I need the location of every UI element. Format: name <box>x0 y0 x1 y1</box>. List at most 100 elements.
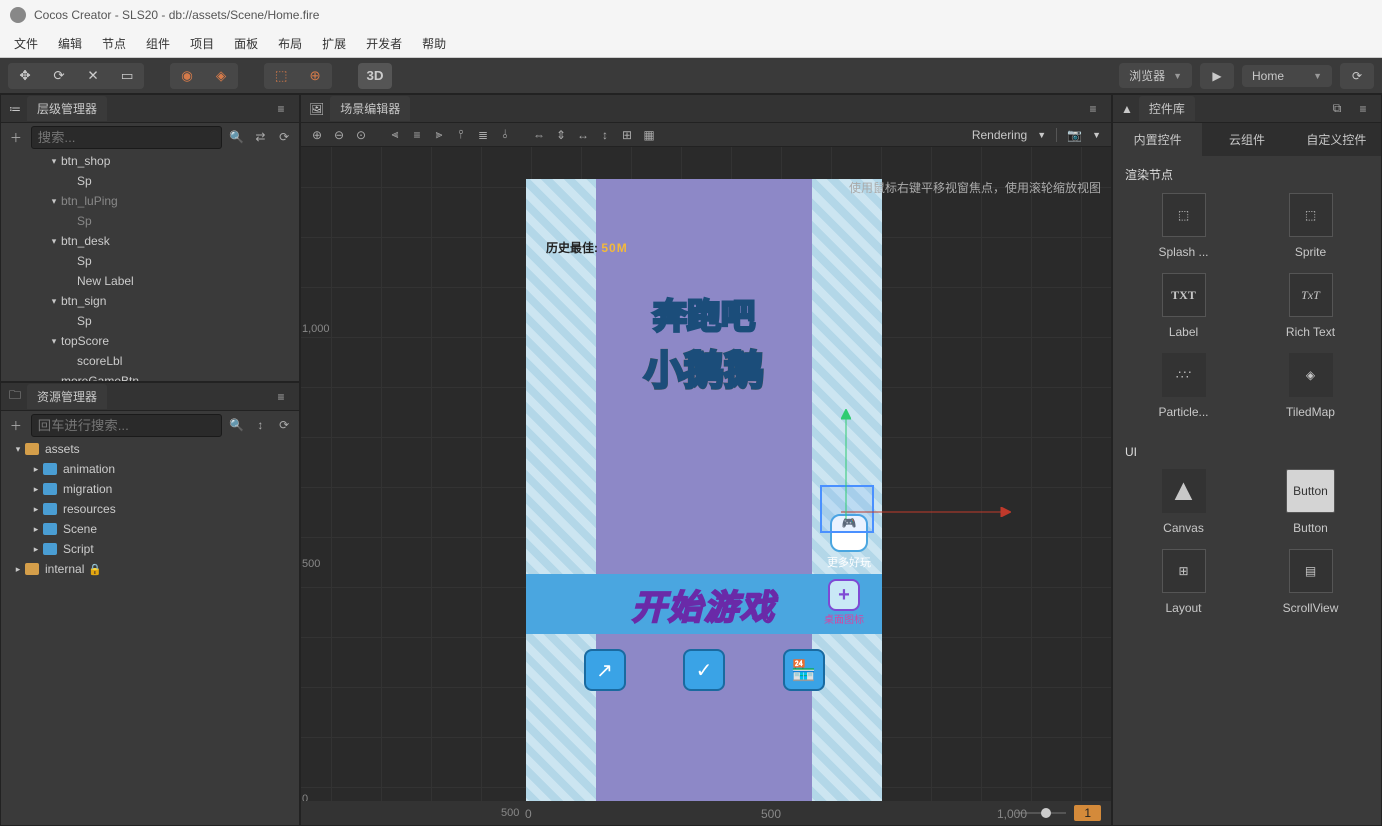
expand-arrow-icon[interactable]: ▸ <box>13 564 23 574</box>
expand-arrow-icon[interactable]: ▾ <box>49 336 59 346</box>
expand-arrow-icon[interactable] <box>65 176 75 186</box>
tool-anchor-center-icon[interactable]: ◉ <box>170 63 204 89</box>
tree-row[interactable]: ▾btn_desk <box>1 231 299 251</box>
expand-arrow-icon[interactable] <box>65 256 75 266</box>
play-button[interactable]: ▶ <box>1200 63 1234 89</box>
tool-anchor-local-icon[interactable]: ◈ <box>204 63 238 89</box>
menu-component[interactable]: 组件 <box>136 35 180 52</box>
control-tiledmap[interactable]: ◈TiledMap <box>1252 353 1369 419</box>
expand-arrow-icon[interactable] <box>65 356 75 366</box>
tool-move-icon[interactable]: ✥ <box>8 63 42 89</box>
panel-menu-icon[interactable]: ≡ <box>271 99 291 119</box>
desktop-shortcut-button[interactable]: + 桌面图标 <box>824 579 864 626</box>
gizmo-y-arrow-icon[interactable] <box>841 409 851 519</box>
tree-row[interactable]: Sp <box>1 311 299 331</box>
control-particle[interactable]: ∴∵Particle... <box>1125 353 1242 419</box>
tree-row[interactable]: moreGameBtn <box>1 371 299 381</box>
tree-row[interactable]: Sp <box>1 211 299 231</box>
menu-developer[interactable]: 开发者 <box>356 35 412 52</box>
assets-search-input[interactable] <box>31 414 222 437</box>
align-top-icon[interactable]: ⫯ <box>451 125 471 145</box>
refresh-icon[interactable]: ⟳ <box>275 127 293 147</box>
dist-grid-icon[interactable]: ▦ <box>639 125 659 145</box>
control-canvas[interactable]: ▲Canvas <box>1125 469 1242 535</box>
expand-arrow-icon[interactable]: ▾ <box>49 236 59 246</box>
tool-rect-icon[interactable]: ▭ <box>110 63 144 89</box>
zoom-value[interactable]: 1 <box>1074 805 1101 821</box>
menu-node[interactable]: 节点 <box>92 35 136 52</box>
expand-arrow-icon[interactable] <box>49 376 59 381</box>
tree-row[interactable]: ▾btn_luPing <box>1 191 299 211</box>
assets-tree[interactable]: ▾assets▸animation▸migration▸resources▸Sc… <box>1 439 299 825</box>
tool-scale-icon[interactable]: ✕ <box>76 63 110 89</box>
align-left-icon[interactable]: ⫷ <box>385 125 405 145</box>
reload-button[interactable]: ⟳ <box>1340 63 1374 89</box>
zoom-handle[interactable] <box>1041 808 1051 818</box>
add-asset-button[interactable]: ＋ <box>7 415 25 435</box>
menu-layout[interactable]: 布局 <box>268 35 312 52</box>
align-bottom-icon[interactable]: ⫰ <box>495 125 515 145</box>
menu-panel[interactable]: 面板 <box>224 35 268 52</box>
sign-button[interactable]: ✓ <box>683 649 725 691</box>
scene-viewport[interactable]: 使用鼠标右键平移视窗焦点，使用滚轮缩放视图 1,000 500 0 历史最佳: … <box>301 123 1111 801</box>
toggle-3d-button[interactable]: 3D <box>358 63 392 89</box>
dist-v-icon[interactable]: ⇕ <box>551 125 571 145</box>
zoom-out-icon[interactable]: ⊖ <box>329 125 349 145</box>
expand-arrow-icon[interactable] <box>65 316 75 326</box>
control-splash[interactable]: ⬚Splash ... <box>1125 193 1242 259</box>
dist-h-icon[interactable]: ⇔ <box>529 125 549 145</box>
expand-arrow-icon[interactable]: ▸ <box>31 544 41 554</box>
expand-arrow-icon[interactable]: ▸ <box>31 464 41 474</box>
menu-help[interactable]: 帮助 <box>412 35 456 52</box>
tree-row[interactable]: ▸animation <box>1 459 299 479</box>
tree-row[interactable]: ▾topScore <box>1 331 299 351</box>
align-vcenter-icon[interactable]: ≣ <box>473 125 493 145</box>
menu-edit[interactable]: 编辑 <box>48 35 92 52</box>
menu-extension[interactable]: 扩展 <box>312 35 356 52</box>
tree-row[interactable]: Sp <box>1 251 299 271</box>
control-label[interactable]: TXTLabel <box>1125 273 1242 339</box>
search-icon[interactable]: 🔍 <box>228 415 246 435</box>
panel-menu-icon[interactable]: ≡ <box>271 387 291 407</box>
control-layout[interactable]: ⊞Layout <box>1125 549 1242 615</box>
tree-row[interactable]: scoreLbl <box>1 351 299 371</box>
chevron-down-icon[interactable]: ▼ <box>1037 130 1046 140</box>
tab-builtin[interactable]: 内置控件 <box>1113 123 1202 156</box>
tab-cloud[interactable]: 云组件 <box>1202 123 1291 156</box>
tool-rotate-icon[interactable]: ⟳ <box>42 63 76 89</box>
panel-menu-icon[interactable]: ≡ <box>1083 99 1103 119</box>
tree-row[interactable]: ▾btn_sign <box>1 291 299 311</box>
tree-row[interactable]: ▸resources <box>1 499 299 519</box>
dist-gap-v-icon[interactable]: ↕ <box>595 125 615 145</box>
scene-select-dropdown[interactable]: Home ▼ <box>1242 65 1332 87</box>
preview-target-dropdown[interactable]: 浏览器 ▼ <box>1119 63 1192 88</box>
share-button[interactable]: ↗ <box>584 649 626 691</box>
expand-arrow-icon[interactable]: ▸ <box>31 484 41 494</box>
shop-button[interactable]: 🏪 <box>783 649 825 691</box>
tool-world-icon[interactable]: ⊕ <box>298 63 332 89</box>
hierarchy-search-input[interactable] <box>31 126 222 149</box>
control-sprite[interactable]: ⬚Sprite <box>1252 193 1369 259</box>
control-scrollview[interactable]: ▤ScrollView <box>1252 549 1369 615</box>
search-icon[interactable]: 🔍 <box>228 127 246 147</box>
tree-row[interactable]: Sp <box>1 171 299 191</box>
expand-arrow-icon[interactable] <box>65 216 75 226</box>
expand-arrow-icon[interactable]: ▸ <box>31 524 41 534</box>
hierarchy-tree[interactable]: ▾btn_shopSp▾btn_luPingSp▾btn_deskSpNew L… <box>1 151 299 381</box>
expand-arrow-icon[interactable]: ▾ <box>49 196 59 206</box>
tab-custom[interactable]: 自定义控件 <box>1292 123 1381 156</box>
tree-row[interactable]: New Label <box>1 271 299 291</box>
zoom-in-icon[interactable]: ⊕ <box>307 125 327 145</box>
tree-row[interactable]: ▸internal🔒 <box>1 559 299 579</box>
dist-edge-icon[interactable]: ⊞ <box>617 125 637 145</box>
gizmo-x-arrow-icon[interactable] <box>841 507 1011 517</box>
tree-row[interactable]: ▸Scene <box>1 519 299 539</box>
tree-row[interactable]: ▾btn_shop <box>1 151 299 171</box>
tree-row[interactable]: ▸migration <box>1 479 299 499</box>
menu-file[interactable]: 文件 <box>4 35 48 52</box>
add-node-button[interactable]: ＋ <box>7 127 25 147</box>
camera-icon[interactable]: 📷 <box>1067 128 1082 142</box>
expand-arrow-icon[interactable] <box>65 276 75 286</box>
control-richtext[interactable]: TxTRich Text <box>1252 273 1369 339</box>
expand-arrow-icon[interactable]: ▸ <box>31 504 41 514</box>
